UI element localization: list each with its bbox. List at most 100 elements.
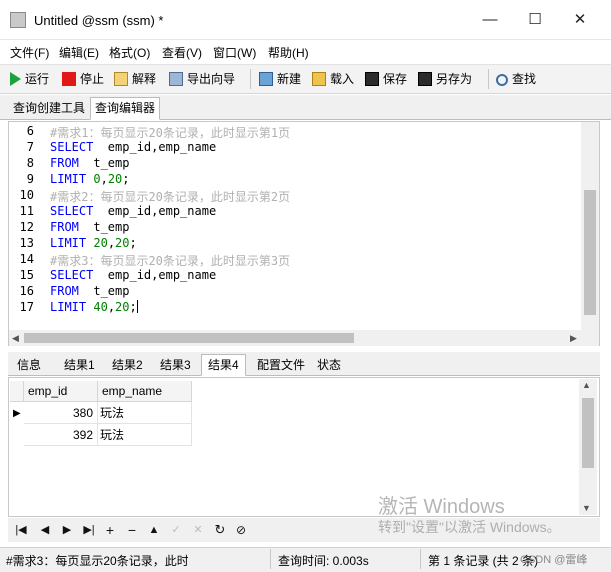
sql-text: emp_id,emp_name [93, 140, 217, 154]
tab-query-editor[interactable]: 查询编辑器 [90, 97, 161, 120]
find-button[interactable]: 查找 [496, 70, 536, 88]
run-button[interactable]: 运行 [10, 70, 49, 88]
scroll-up-arrow-icon[interactable]: ▲ [582, 380, 591, 390]
editor-horizontal-scroll-thumb[interactable] [24, 333, 354, 343]
sql-text: t_emp [78, 220, 130, 234]
menu-file[interactable]: 文件(F) [10, 44, 49, 61]
sql-text: emp_id,emp_name [93, 204, 217, 218]
line-number: 6 [26, 124, 34, 138]
tab-profile[interactable]: 配置文件 [250, 354, 312, 376]
load-label: 载入 [330, 72, 355, 86]
editor-vertical-scroll-thumb[interactable] [584, 190, 596, 315]
search-icon [496, 74, 508, 86]
menu-window[interactable]: 窗口(W) [213, 44, 256, 61]
sql-keyword: FROM [50, 220, 79, 234]
tab-info[interactable]: 信息 [10, 354, 48, 376]
confirm-icon[interactable]: ✓ [167, 521, 185, 539]
sql-number: 20 [107, 172, 123, 186]
tab-status[interactable]: 状态 [310, 354, 348, 376]
sql-number: 20 [115, 236, 130, 250]
code-line: SELECT emp_id,emp_name [50, 268, 216, 282]
save-label: 保存 [383, 72, 408, 86]
row-header-corner [10, 381, 24, 402]
sql-text: ; [129, 236, 137, 250]
tab-result-1[interactable]: 结果1 [57, 354, 102, 376]
menu-format[interactable]: 格式(O) [109, 44, 150, 61]
code-line: FROM t_emp [50, 220, 129, 234]
minimize-button[interactable]: — [468, 0, 512, 40]
maximize-button[interactable]: ☐ [513, 0, 557, 40]
menu-help[interactable]: 帮助(H) [268, 44, 309, 61]
code-line: LIMIT 0,20; [50, 172, 130, 186]
next-record-icon[interactable]: ▶ [58, 521, 76, 539]
cancel-icon[interactable]: ✕ [189, 521, 207, 539]
previous-record-icon[interactable]: ◀ [36, 521, 54, 539]
menu-view[interactable]: 查看(V) [162, 44, 202, 61]
save-button[interactable]: 保存 [365, 70, 407, 88]
table-cell[interactable]: 380 [24, 402, 98, 424]
explain-icon [114, 72, 128, 86]
line-number: 9 [26, 172, 34, 186]
tab-query-builder[interactable]: 查询创建工具 [8, 97, 90, 120]
close-button[interactable]: ✕ [558, 0, 602, 40]
column-header-emp-id[interactable]: emp_id [24, 381, 98, 402]
line-number: 13 [19, 236, 34, 250]
line-number: 11 [19, 204, 34, 218]
csdn-watermark: CSDN @雷峰 [520, 554, 588, 566]
grid-vertical-scroll-thumb[interactable] [582, 398, 594, 468]
status-divider [420, 549, 421, 569]
load-button[interactable]: 载入 [312, 70, 354, 88]
new-icon [259, 72, 273, 86]
column-header-emp-name[interactable]: emp_name [98, 381, 192, 402]
apply-changes-icon[interactable]: ▲ [145, 521, 163, 539]
scroll-down-arrow-icon[interactable]: ▼ [582, 503, 591, 513]
new-button[interactable]: 新建 [259, 70, 301, 88]
code-comment-line: #需求3：每页显示20条记录，此时显示第3页 [50, 254, 291, 268]
export-label: 导出向导 [187, 72, 236, 86]
save-as-icon [418, 72, 432, 86]
sql-keyword: SELECT [50, 204, 94, 218]
tab-result-2[interactable]: 结果2 [105, 354, 150, 376]
add-record-icon[interactable]: + [101, 521, 119, 539]
sql-text: emp_id,emp_name [93, 268, 217, 282]
tab-result-3[interactable]: 结果3 [153, 354, 198, 376]
find-label: 查找 [512, 72, 537, 86]
sql-keyword: FROM [50, 156, 79, 170]
refresh-icon[interactable]: ↻ [211, 521, 229, 539]
sql-text: ; [122, 172, 130, 186]
sql-keyword: SELECT [50, 268, 94, 282]
delete-record-icon[interactable]: − [123, 521, 141, 539]
explain-label: 解释 [132, 72, 157, 86]
line-number: 15 [19, 268, 34, 282]
stop-refresh-icon[interactable]: ⊘ [232, 521, 250, 539]
status-current-sql: #需求3：每页显示20条记录，此时 [6, 554, 188, 568]
sql-number: 0 [93, 172, 101, 186]
last-record-icon[interactable]: ▶| [80, 521, 98, 539]
save-as-button[interactable]: 另存为 [418, 70, 472, 88]
play-icon [10, 72, 21, 86]
window-title: Untitled @ssm (ssm) * [34, 13, 164, 28]
table-cell[interactable]: 玩法 [98, 402, 192, 424]
code-line: LIMIT 20,20; [50, 236, 137, 250]
sql-number: 40 [93, 300, 108, 314]
export-icon [169, 72, 183, 86]
text-cursor [136, 300, 138, 313]
sql-text: , [107, 236, 116, 250]
table-cell[interactable]: 392 [24, 424, 98, 446]
scroll-right-arrow-icon[interactable]: ▶ [570, 333, 577, 344]
stop-button[interactable]: 停止 [62, 70, 104, 88]
line-number: 17 [19, 300, 34, 314]
explain-button[interactable]: 解释 [114, 70, 156, 88]
folder-icon [312, 72, 326, 86]
code-line: SELECT emp_id,emp_name [50, 204, 216, 218]
code-line: SELECT emp_id,emp_name [50, 140, 216, 154]
menu-edit[interactable]: 编辑(E) [59, 44, 99, 61]
app-icon [10, 12, 26, 28]
line-number: 10 [19, 188, 34, 202]
tab-result-4[interactable]: 结果4 [201, 354, 246, 376]
scroll-left-arrow-icon[interactable]: ◀ [12, 333, 19, 344]
first-record-icon[interactable]: |◀ [12, 521, 30, 539]
export-wizard-button[interactable]: 导出向导 [169, 70, 235, 88]
table-cell[interactable]: 玩法 [98, 424, 192, 446]
status-divider [270, 549, 271, 569]
